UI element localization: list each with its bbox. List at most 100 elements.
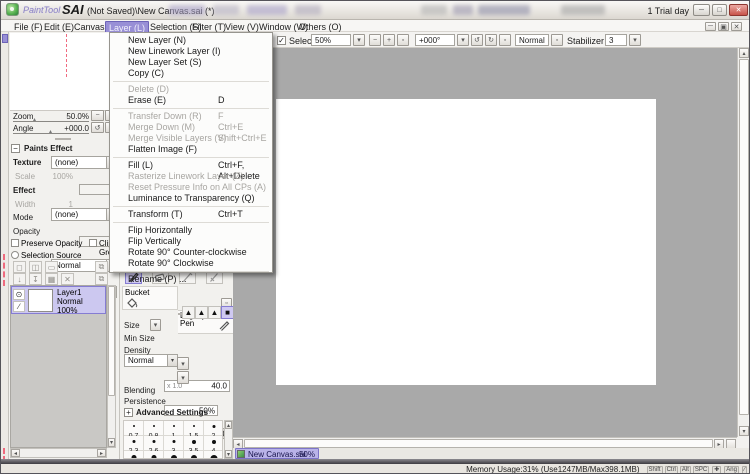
preserve-opacity-checkbox[interactable] bbox=[11, 239, 19, 247]
canvas[interactable] bbox=[276, 99, 656, 385]
layer-action-merge-down-icon[interactable]: ↧ bbox=[29, 273, 42, 285]
brush-size-preset-3[interactable]: 3 bbox=[164, 436, 184, 455]
brush-size-preset-1.5[interactable]: 1.5 bbox=[184, 421, 204, 440]
layer-visibility-eye-icon[interactable]: ⊙ bbox=[13, 289, 25, 300]
zoom-combo[interactable]: 50% bbox=[311, 34, 351, 46]
document-tab[interactable]: New Canvas.sai 50% bbox=[235, 448, 319, 459]
clipping-group-checkbox[interactable] bbox=[89, 239, 97, 247]
brush-shape-dropdown-arrow-icon[interactable]: ▾ bbox=[177, 357, 189, 370]
brush-size-unit-button[interactable]: ▾ bbox=[150, 319, 161, 331]
zoom-dropdown-arrow-icon[interactable]: ▾ bbox=[353, 34, 365, 46]
layer-menu-item-new-layer-set-s[interactable]: New Layer Set (S) bbox=[110, 57, 272, 68]
texture-dropdown[interactable]: (none) ▾ bbox=[51, 156, 117, 169]
layer-action-new-layer-set-icon[interactable]: ▭ bbox=[45, 261, 58, 273]
canvas-hscrollbar[interactable]: ◂ ▸ bbox=[233, 437, 737, 449]
layer-action-new-linework-layer-icon[interactable]: ◫ bbox=[29, 261, 42, 273]
layer-list-scroll-right-icon[interactable]: ▸ bbox=[97, 449, 106, 457]
brush-mode-dropdown-arrow-icon[interactable]: ▾ bbox=[167, 355, 177, 366]
layer-menu-item-rotate-90-clockwise[interactable]: Rotate 90° Clockwise bbox=[110, 258, 272, 269]
layer-action-copy-layer-icon[interactable]: ⧉ bbox=[95, 273, 108, 285]
layer-action-clear-layer-icon[interactable]: ▦ bbox=[45, 273, 58, 285]
layer-menu-item-new-linework-layer-i[interactable]: New Linework Layer (I) bbox=[110, 46, 272, 57]
layer-menu-item-flip-vertically[interactable]: Flip Vertically bbox=[110, 236, 272, 247]
panel-edge-strip[interactable] bbox=[1, 32, 9, 470]
layer-action-transfer-down-icon[interactable]: ↓ bbox=[13, 273, 26, 285]
navigator-angle-slider[interactable]: Angle +000.0 ▴ bbox=[13, 123, 89, 135]
preset-scroll-up-icon[interactable]: ▴ bbox=[225, 421, 232, 429]
layer-menu-item-luminance-to-transparency-q[interactable]: Luminance to Transparency (Q) bbox=[110, 193, 272, 204]
mdi-close-button[interactable]: ✕ bbox=[731, 22, 742, 31]
brush-size-preset-0.8[interactable]: 0.8 bbox=[144, 421, 164, 440]
view-mode-button[interactable]: ▫ bbox=[551, 34, 563, 46]
title-bar[interactable]: PaintTool SAI (Not Saved)\New Canvas.sai… bbox=[1, 1, 749, 20]
brush-size-preset-2[interactable]: 2 bbox=[204, 421, 222, 440]
canvas-workspace[interactable] bbox=[233, 48, 737, 437]
brush-size-preset-4[interactable]: 4 bbox=[204, 436, 222, 455]
brush-size-preset-row3-2[interactable] bbox=[164, 451, 184, 458]
brush-size-preset-1[interactable]: 1 bbox=[164, 421, 184, 440]
selection-source-radio[interactable] bbox=[11, 251, 19, 259]
brush-tip-shape-0[interactable]: ▲ bbox=[182, 306, 195, 319]
layer-menu-item-erase-e[interactable]: Erase (E) D bbox=[110, 95, 272, 106]
close-button[interactable]: ✕ bbox=[729, 4, 748, 16]
brush-size-preset-row3-4[interactable] bbox=[204, 451, 222, 458]
preset-grid-scrollbar[interactable]: ▴ ▾ bbox=[224, 420, 233, 459]
layer-menu-item-flip-horizontally[interactable]: Flip Horizontally bbox=[110, 225, 272, 236]
brush-tip-shape-1[interactable]: ▲ bbox=[195, 306, 208, 319]
angle-slider-marker[interactable]: ▴ bbox=[49, 128, 52, 135]
zoom-out-button[interactable]: − bbox=[369, 34, 381, 46]
brush-size-preset-row3-3[interactable] bbox=[184, 451, 204, 458]
mdi-restore-button[interactable]: ▣ bbox=[718, 22, 729, 31]
layer-list-hscrollbar[interactable]: ◂ ▸ bbox=[10, 448, 107, 458]
brush-size-preset-row3-0[interactable] bbox=[124, 451, 144, 458]
paints-effect-collapse-button[interactable]: − bbox=[11, 144, 20, 153]
layer-list-scroll-down-icon[interactable]: ▾ bbox=[108, 438, 115, 447]
layer-row-selected[interactable]: ⊙ ∕ Layer1 Normal 100% bbox=[11, 286, 106, 315]
stabilizer-combo[interactable]: 3 bbox=[605, 34, 627, 46]
minimize-button[interactable]: ─ bbox=[693, 4, 710, 16]
angle-combo[interactable]: +000° bbox=[415, 34, 455, 46]
zoom-in-button[interactable]: + bbox=[383, 34, 395, 46]
rotate-ccw-button[interactable]: ↺ bbox=[471, 34, 483, 46]
selection-checkbox[interactable]: ✓ bbox=[277, 36, 286, 45]
layer-list-vscrollbar[interactable]: ▾ bbox=[107, 285, 116, 448]
layer-list[interactable]: ⊙ ∕ Layer1 Normal 100% bbox=[10, 285, 107, 448]
rotate-cw-button[interactable]: ↻ bbox=[485, 34, 497, 46]
stabilizer-dropdown-arrow-icon[interactable]: ▾ bbox=[629, 34, 641, 46]
brush-size-preset-2.6[interactable]: 2.6 bbox=[144, 436, 164, 455]
mdi-minimize-button[interactable]: ─ bbox=[705, 22, 716, 31]
layer-menu-item-transform-t[interactable]: Transform (T) Ctrl+T bbox=[110, 209, 272, 220]
brush-texture-dropdown-arrow-icon[interactable]: ▾ bbox=[177, 371, 189, 384]
zoom-reset-button[interactable]: ▫ bbox=[397, 34, 409, 46]
layer-action-paste-layer-icon[interactable]: ⧉ bbox=[95, 261, 108, 273]
canvas-vscrollbar[interactable]: ▴ ▾ bbox=[737, 48, 749, 437]
canvas-scroll-up-icon[interactable]: ▴ bbox=[739, 48, 749, 58]
brush-size-preset-0.7[interactable]: 0.7 bbox=[124, 421, 144, 440]
advanced-settings-expand-button[interactable]: + bbox=[124, 408, 133, 417]
brush-size-preset-3.5[interactable]: 3.5 bbox=[184, 436, 204, 455]
maximize-button[interactable]: □ bbox=[712, 4, 727, 16]
view-mode-box[interactable]: Normal bbox=[515, 34, 549, 46]
layer-menu-item-rename-p[interactable]: Rename (P) ... bbox=[110, 274, 272, 285]
tool-cell-bucket[interactable]: Bucket bbox=[122, 286, 178, 310]
layer-menu-item-flatten-image-f[interactable]: Flatten Image (F) bbox=[110, 144, 272, 155]
layer-menu-item-fill-l[interactable]: Fill (L) Ctrl+F, Alt+Delete bbox=[110, 160, 272, 181]
brush-tip-shape-2[interactable]: ▲ bbox=[208, 306, 221, 319]
layer-action-delete-layer-icon[interactable]: ✕ bbox=[61, 273, 74, 285]
panel-resize-grip[interactable] bbox=[55, 138, 71, 140]
layer-menu-item-new-layer-n[interactable]: New Layer (N) bbox=[110, 35, 272, 46]
navigator-preview[interactable] bbox=[10, 33, 118, 111]
layer-action-new-layer-icon[interactable]: ◻ bbox=[13, 261, 26, 273]
zoom-slider-marker[interactable]: ▴ bbox=[33, 116, 36, 123]
canvas-scroll-down-icon[interactable]: ▾ bbox=[739, 426, 749, 436]
navigator-zoom-out-button[interactable]: − bbox=[91, 110, 104, 121]
angle-reset-button[interactable]: ▫ bbox=[499, 34, 511, 46]
layer-thumbnail[interactable] bbox=[28, 289, 53, 312]
brush-tip-shape-3[interactable]: ■ bbox=[221, 306, 233, 319]
effect-dropdown[interactable]: (none) ▾ bbox=[51, 208, 117, 221]
preset-scroll-down-icon[interactable]: ▾ bbox=[225, 450, 232, 458]
layer-paint-mode-icon[interactable]: ∕ bbox=[13, 301, 25, 312]
brush-size-preset-2.3[interactable]: 2.3 bbox=[124, 436, 144, 455]
brush-size-preset-row3-1[interactable] bbox=[144, 451, 164, 458]
brush-size-slider[interactable]: x 1.0 40.0 bbox=[164, 380, 230, 392]
